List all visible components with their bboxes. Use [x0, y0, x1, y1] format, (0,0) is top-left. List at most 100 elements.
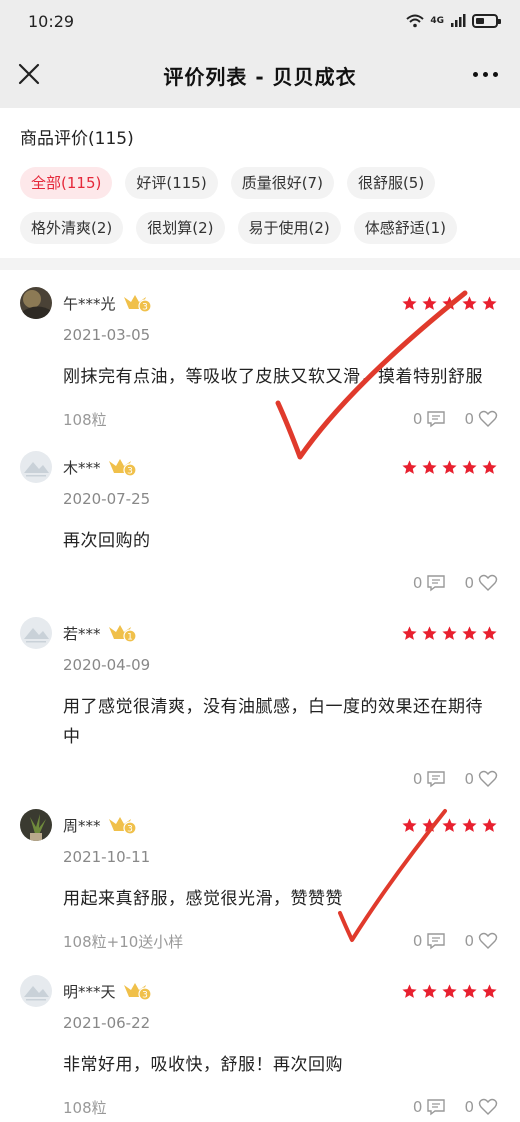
battery-icon [472, 14, 501, 28]
like-count: 0 [464, 1098, 474, 1116]
like-count: 0 [464, 574, 474, 592]
level-number: 1 [127, 633, 133, 643]
star-icon [482, 459, 497, 474]
heart-icon [478, 932, 498, 949]
comment-button[interactable]: 0 [413, 769, 447, 789]
level-number: 3 [142, 303, 148, 313]
comment-button[interactable]: 0 [413, 409, 447, 429]
heart-icon [478, 770, 498, 787]
comment-icon [427, 1099, 446, 1116]
like-count: 0 [464, 410, 474, 428]
like-button[interactable]: 0 [464, 1097, 498, 1117]
star-icon [402, 817, 417, 832]
star-icon [482, 295, 497, 310]
review-content: 刚抹完有点油，等吸收了皮肤又软又滑，摸着特别舒服 [63, 367, 483, 387]
level-badge-icon: 1 [108, 625, 137, 643]
review-content: 用起来真舒服，感觉很光滑，赞赞赞 [63, 889, 343, 909]
review-date: 2021-03-05 [63, 326, 151, 344]
level-number: 3 [127, 825, 133, 835]
wifi-icon [406, 14, 425, 28]
star-icon [422, 295, 437, 310]
comment-count: 0 [412, 574, 423, 592]
comment-count: 0 [412, 1098, 423, 1116]
rating-stars [401, 459, 498, 476]
username: 午***光 [63, 294, 116, 313]
star-icon [422, 459, 437, 474]
signal-icon [451, 14, 466, 27]
review-filter-section: 商品评价(115) 全部(115) 好评(115) 质量很好(7) 很舒服(5)… [0, 108, 520, 258]
star-icon [462, 459, 477, 474]
level-number: 3 [127, 467, 133, 477]
star-icon [402, 983, 417, 998]
star-icon [482, 625, 497, 640]
user-avatar[interactable] [20, 287, 52, 319]
rating-stars [401, 625, 498, 642]
filter-tag-value[interactable]: 很划算(2) [136, 212, 225, 244]
review-date: 2020-07-25 [63, 490, 151, 508]
comment-count: 0 [412, 770, 423, 788]
star-icon [422, 817, 437, 832]
username: 木*** [63, 458, 101, 477]
star-icon [442, 983, 457, 998]
filter-tag-body-feel[interactable]: 体感舒适(1) [353, 212, 457, 244]
review-content: 用了感觉很清爽，没有油腻感，白一度的效果还在期待中 [63, 697, 483, 747]
filter-tag-all[interactable]: 全部(115) [20, 167, 113, 199]
filter-tag-easy-use[interactable]: 易于使用(2) [237, 212, 341, 244]
heart-icon [478, 410, 498, 427]
user-avatar[interactable] [20, 975, 52, 1007]
star-icon [482, 817, 497, 832]
comment-icon [427, 411, 446, 428]
star-icon [402, 459, 417, 474]
review-content: 再次回购的 [63, 531, 151, 551]
filter-tags: 全部(115) 好评(115) 质量很好(7) 很舒服(5) 格外清爽(2) 很… [20, 167, 500, 244]
star-icon [422, 983, 437, 998]
level-badge-icon: 3 [108, 817, 137, 835]
star-icon [462, 817, 477, 832]
review-item: 周*** 3 2021-10-11 用起来真舒服，感觉很光滑，赞赞赞 108粒+… [0, 808, 520, 974]
product-spec: 108粒+10送小样 [63, 932, 184, 951]
star-icon [442, 295, 457, 310]
like-button[interactable]: 0 [464, 409, 498, 429]
review-content: 非常好用，吸收快，舒服！再次回购 [63, 1055, 343, 1075]
star-icon [442, 817, 457, 832]
comment-icon [427, 933, 446, 950]
rating-stars [401, 295, 498, 312]
rating-stars [401, 817, 498, 834]
star-icon [442, 625, 457, 640]
comment-button[interactable]: 0 [413, 573, 447, 593]
review-date: 2021-06-22 [63, 1014, 151, 1032]
more-menu-icon[interactable] [473, 72, 498, 77]
username: 明***天 [63, 982, 116, 1001]
like-count: 0 [464, 932, 474, 950]
review-item: 明***天 3 2021-06-22 非常好用，吸收快，舒服！再次回购 108粒… [0, 974, 520, 1122]
level-badge-icon: 3 [123, 983, 152, 1001]
close-icon[interactable] [16, 61, 42, 87]
like-button[interactable]: 0 [464, 573, 498, 593]
review-count-title: 商品评价(115) [20, 129, 134, 149]
level-number: 3 [142, 991, 148, 1001]
status-time: 10:29 [28, 11, 75, 31]
filter-tag-positive[interactable]: 好评(115) [125, 167, 218, 199]
like-button[interactable]: 0 [464, 769, 498, 789]
filter-tag-refreshing[interactable]: 格外清爽(2) [20, 212, 124, 244]
username: 周*** [63, 816, 101, 835]
comment-icon [427, 575, 446, 592]
comment-button[interactable]: 0 [413, 931, 447, 951]
comment-button[interactable]: 0 [413, 1097, 447, 1117]
filter-tag-quality[interactable]: 质量很好(7) [230, 167, 334, 199]
page-title: 评价列表 - 贝贝成衣 [163, 64, 357, 89]
rating-stars [401, 983, 498, 1000]
like-count: 0 [464, 770, 474, 788]
like-button[interactable]: 0 [464, 931, 498, 951]
review-item: 午***光 3 2021-03-05 刚抹完有点油，等吸收了皮肤又软又滑，摸着特… [0, 286, 520, 450]
user-avatar[interactable] [20, 617, 52, 649]
user-avatar[interactable] [20, 451, 52, 483]
heart-icon [478, 574, 498, 591]
user-avatar[interactable] [20, 809, 52, 841]
comment-icon [427, 771, 446, 788]
level-badge-icon: 3 [123, 295, 152, 313]
filter-tag-comfortable[interactable]: 很舒服(5) [346, 167, 436, 199]
username: 若*** [63, 624, 101, 643]
star-icon [402, 295, 417, 310]
comment-count: 0 [412, 932, 423, 950]
